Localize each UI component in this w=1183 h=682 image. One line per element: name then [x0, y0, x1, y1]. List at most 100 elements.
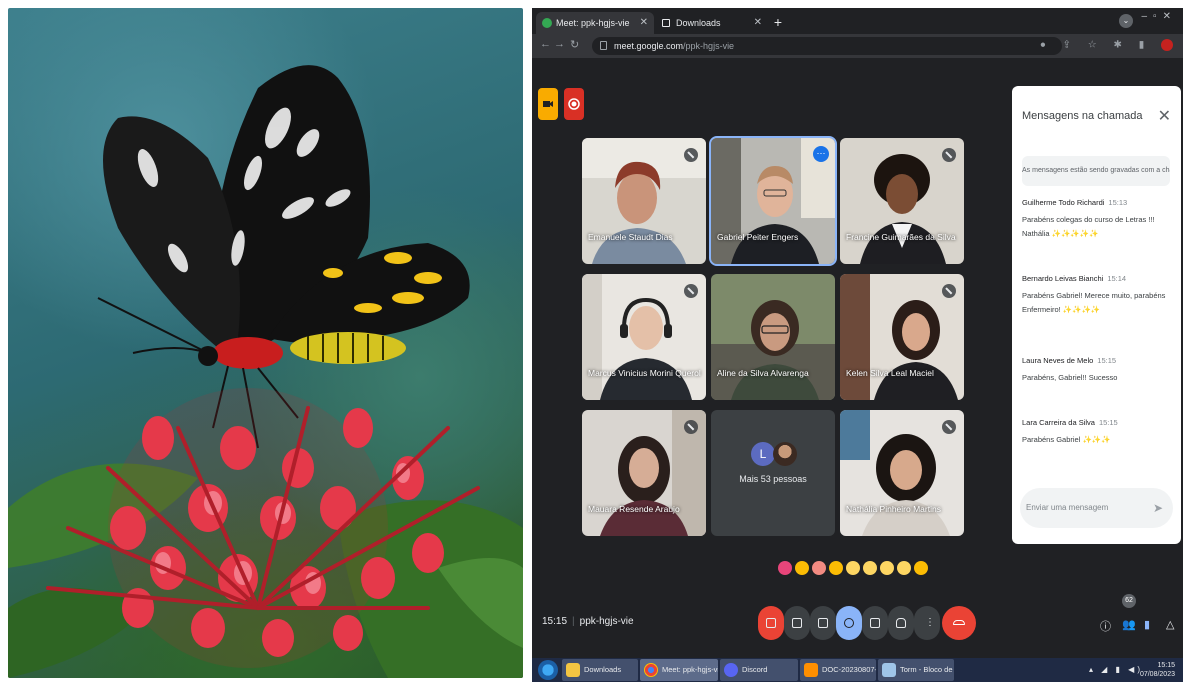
- discord-icon: [724, 663, 738, 677]
- present-icon: [870, 618, 880, 628]
- video-off-icon: [543, 101, 553, 107]
- system-clock[interactable]: 15:15 07/08/2023: [1140, 661, 1175, 679]
- tab-downloads[interactable]: Downloads ✕: [656, 12, 768, 34]
- message-time: 15:14: [1107, 274, 1127, 283]
- meeting-info: 15:15 | ppk-hgjs-vie: [542, 616, 634, 627]
- camera-icon: [792, 618, 802, 628]
- window-controls[interactable]: –▫✕: [1142, 11, 1178, 22]
- participant-name: Francine Guimarães da Silva: [846, 232, 956, 242]
- participant-tile[interactable]: Mauara Resende Araujo: [582, 410, 706, 536]
- message-sender: Laura Neves de Melo: [1022, 356, 1094, 365]
- taskbar-item[interactable]: DOC-20230807-W...: [800, 659, 876, 681]
- joy-reaction-icon[interactable]: [846, 560, 860, 575]
- forward-icon[interactable]: →: [554, 38, 565, 50]
- chat-message: Bernardo Leivas Bianchi 15:14 Parabéns Ga…: [1022, 274, 1172, 317]
- meet-favicon-icon: [542, 18, 552, 28]
- taskbar-item-label: Meet: ppk-hgjs-vie: [662, 665, 718, 674]
- chat-icon[interactable]: ▮: [1144, 618, 1150, 631]
- close-icon[interactable]: ✕: [754, 12, 762, 34]
- more-options-icon[interactable]: ⋯: [813, 146, 829, 162]
- clock-date: 07/08/2023: [1139, 671, 1175, 678]
- participant-tile[interactable]: Nathália Pinheiro Martins: [840, 410, 964, 536]
- raise-hand-button[interactable]: [888, 606, 914, 640]
- participant-tile[interactable]: Francine Guimarães da Silva: [840, 138, 964, 264]
- send-icon[interactable]: ➤: [1153, 488, 1163, 528]
- companion-mode-button[interactable]: [538, 88, 558, 120]
- people-icon[interactable]: 👥: [1122, 618, 1136, 631]
- more-participants-tile[interactable]: L Mais 53 pessoas: [711, 410, 835, 536]
- mic-off-icon: [766, 618, 776, 628]
- message-sender: Bernardo Leivas Bianchi: [1022, 274, 1104, 283]
- tab-search-icon[interactable]: ⌄: [1119, 14, 1133, 28]
- clap-reaction-icon[interactable]: [829, 560, 843, 575]
- chat-input-placeholder: Enviar uma mensagem: [1026, 503, 1109, 512]
- participant-name: Kelen Silva Leal Maciel: [846, 368, 934, 378]
- meeting-time: 15:15: [542, 616, 568, 627]
- close-icon[interactable]: ✕: [640, 12, 648, 34]
- chat-recording-notice: As mensagens estão sendo gravadas com a …: [1022, 156, 1170, 186]
- sad-reaction-icon[interactable]: [880, 560, 894, 575]
- meet-main: Emanuele Staudt Dias ⋯ Gabriel Peiter En…: [532, 58, 1183, 658]
- leave-call-button[interactable]: [942, 606, 976, 640]
- url-input[interactable]: meet.google.com/ppk-hgjs-vie: [592, 37, 1062, 55]
- reactions-button[interactable]: [836, 606, 862, 640]
- more-people-label: Mais 53 pessoas: [739, 474, 807, 484]
- meeting-code: ppk-hgjs-vie: [579, 616, 634, 627]
- start-button[interactable]: [538, 660, 558, 680]
- message-time: 15:13: [1108, 198, 1128, 207]
- tab-meet[interactable]: Meet: ppk-hgjs-vie ✕: [536, 12, 654, 34]
- back-icon[interactable]: ←: [540, 38, 551, 50]
- close-icon[interactable]: ✕: [1158, 106, 1171, 126]
- participant-name: Marcus Vinicius Morini Querol: [588, 368, 701, 378]
- avatar: L: [751, 442, 775, 466]
- party-reaction-icon[interactable]: [812, 560, 826, 575]
- participant-name: Emanuele Staudt Dias: [588, 232, 673, 242]
- participant-name: Mauara Resende Araujo: [588, 504, 680, 514]
- record-icon: [568, 98, 580, 110]
- clock-time: 15:15: [1157, 662, 1175, 669]
- extension-icons[interactable]: ● ⇪ ☆ ✱ ▮: [1040, 39, 1173, 51]
- participant-tile[interactable]: ⋯ Gabriel Peiter Engers: [709, 136, 837, 266]
- people-count-badge: 62: [1122, 594, 1136, 608]
- participant-tile[interactable]: Kelen Silva Leal Maciel: [840, 274, 964, 400]
- participant-tile[interactable]: Emanuele Staudt Dias: [582, 138, 706, 264]
- taskbar-item[interactable]: Discord: [720, 659, 798, 681]
- info-icon[interactable]: ⓘ: [1100, 618, 1111, 634]
- mic-toggle-button[interactable]: [758, 606, 784, 640]
- participant-video: [711, 274, 835, 400]
- reload-icon[interactable]: ↻: [570, 38, 579, 51]
- participant-tile[interactable]: Aline da Silva Alvarenga: [711, 274, 835, 400]
- more-options-button[interactable]: ⋮: [914, 606, 940, 640]
- thumbs-up-reaction-icon[interactable]: [795, 560, 809, 575]
- meet-screenshot: Meet: ppk-hgjs-vie ✕ Downloads ✕ + ⌄ –▫✕…: [532, 8, 1183, 682]
- tab-meet-label: Meet: ppk-hgjs-vie: [556, 18, 630, 28]
- message-text: Parabéns Gabriel ✨✨✨: [1022, 435, 1111, 444]
- recording-indicator-button[interactable]: [564, 88, 584, 120]
- participant-name: Aline da Silva Alvarenga: [717, 368, 809, 378]
- url-host: meet.google.com: [614, 41, 684, 51]
- taskbar-item[interactable]: Torm - Bloco de n...: [878, 659, 954, 681]
- composite-image: Meet: ppk-hgjs-vie ✕ Downloads ✕ + ⌄ –▫✕…: [0, 0, 1183, 682]
- hand-icon: [896, 618, 906, 628]
- system-tray-icons[interactable]: ▴ ◢ ▮ ◀): [1089, 665, 1143, 674]
- mic-off-icon: [942, 420, 956, 434]
- surprised-reaction-icon[interactable]: [863, 560, 877, 575]
- more-vert-icon: ⋮: [925, 617, 935, 628]
- chat-message-input[interactable]: Enviar uma mensagem ➤: [1020, 488, 1173, 528]
- chat-message: Lara Carreira da Silva 15:15 Parabéns Gab…: [1022, 418, 1172, 447]
- profile-avatar[interactable]: [1161, 39, 1173, 51]
- message-time: 15:15: [1098, 418, 1118, 427]
- thumbs-down-reaction-icon[interactable]: [914, 560, 928, 575]
- participant-tile[interactable]: Marcus Vinicius Morini Querol: [582, 274, 706, 400]
- taskbar-item[interactable]: Meet: ppk-hgjs-vie: [640, 659, 718, 681]
- message-text: Parabéns Gabriel! Merece muito, parabéns…: [1022, 291, 1166, 314]
- heart-reaction-icon[interactable]: [778, 560, 792, 575]
- folder-icon: [566, 663, 580, 677]
- camera-toggle-button[interactable]: [784, 606, 810, 640]
- taskbar-item[interactable]: Downloads: [562, 659, 638, 681]
- thinking-reaction-icon[interactable]: [897, 560, 911, 575]
- new-tab-button[interactable]: +: [770, 14, 786, 30]
- activities-icon[interactable]: △: [1166, 618, 1174, 631]
- captions-button[interactable]: [810, 606, 836, 640]
- present-button[interactable]: [862, 606, 888, 640]
